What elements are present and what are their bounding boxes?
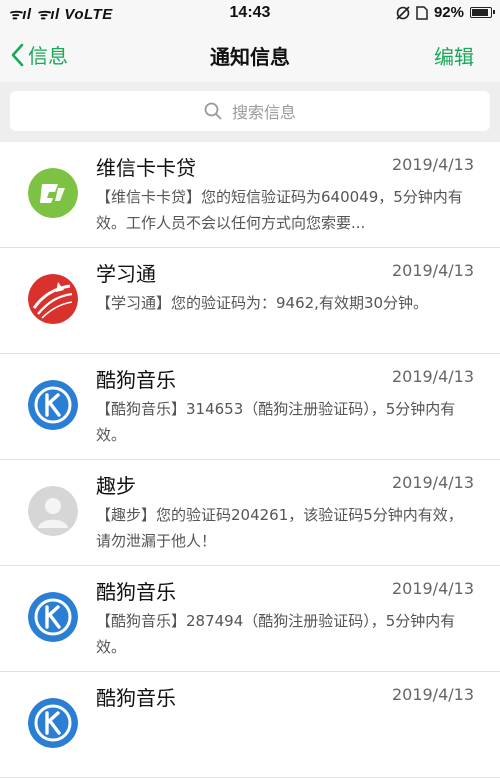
- battery-icon: [470, 7, 495, 18]
- navigation-bar: 信息 通知信息 编辑: [0, 28, 500, 82]
- sender-name: 酷狗音乐: [96, 368, 176, 392]
- message-preview: 【学习通】您的验证码为：9462,有效期30分钟。: [96, 294, 429, 312]
- message-date: 2019/4/13: [391, 155, 474, 174]
- message-date: 2019/4/13: [391, 367, 474, 386]
- kugou-logo-icon: [28, 592, 78, 642]
- message-item[interactable]: 酷狗音乐 2019/4/13 【酷狗音乐】314653（酷狗注册验证码），5分钟…: [0, 354, 500, 460]
- message-item[interactable]: 酷狗音乐 2019/4/13 【酷狗音乐】287494（酷狗注册验证码），5分钟…: [0, 566, 500, 672]
- sender-name: 维信卡卡贷: [96, 156, 196, 180]
- sim-icon: [416, 5, 428, 20]
- search-placeholder: 搜索信息: [231, 103, 296, 122]
- message-item[interactable]: 趣步 2019/4/13 【趣步】您的验证码204261，该验证码5分钟内有效，…: [0, 460, 500, 566]
- kugou-logo-icon: [28, 380, 78, 430]
- chevron-left-icon: [11, 43, 24, 66]
- message-date: 2019/4/13: [391, 261, 474, 280]
- battery-percent: 92%: [433, 4, 464, 21]
- message-item[interactable]: 维信卡卡贷 2019/4/13 【维信卡卡贷】您的短信验证码为640049，5分…: [0, 142, 500, 248]
- edit-button[interactable]: 编辑: [434, 41, 474, 70]
- kakadai-logo-icon: [28, 168, 78, 218]
- alarm-muted-icon: [396, 5, 410, 20]
- search-icon: [204, 102, 222, 120]
- message-list: 维信卡卡贷 2019/4/13 【维信卡卡贷】您的短信验证码为640049，5分…: [0, 142, 500, 778]
- kugou-logo-icon: [28, 698, 78, 748]
- message-date: 2019/4/13: [391, 473, 474, 492]
- back-button[interactable]: 信息: [10, 40, 68, 69]
- search-input[interactable]: 搜索信息: [10, 91, 490, 131]
- xuexitong-logo-icon: [28, 274, 78, 324]
- message-preview: 【酷狗音乐】314653（酷狗注册验证码），5分钟内有效。: [96, 400, 456, 444]
- message-preview: 【酷狗音乐】287494（酷狗注册验证码），5分钟内有效。: [96, 612, 456, 656]
- message-item[interactable]: 学习通 2019/4/13 【学习通】您的验证码为：9462,有效期30分钟。: [0, 248, 500, 354]
- sender-name: 酷狗音乐: [96, 686, 176, 710]
- message-preview: 【趣步】您的验证码204261，该验证码5分钟内有效，请勿泄漏于他人！: [96, 506, 463, 550]
- default-person-icon: [28, 486, 78, 536]
- status-bar: ᯤıl ᯤıl VoLTE 14:43 92%: [0, 0, 500, 28]
- message-item[interactable]: 酷狗音乐 2019/4/13: [0, 672, 500, 778]
- message-preview: 【维信卡卡贷】您的短信验证码为640049，5分钟内有效。工作人员不会以任何方式…: [96, 188, 463, 232]
- sender-name: 趣步: [96, 474, 136, 498]
- message-date: 2019/4/13: [391, 685, 474, 704]
- page-title: 通知信息: [210, 45, 290, 69]
- back-label: 信息: [28, 44, 68, 68]
- sender-name: 学习通: [96, 262, 156, 286]
- status-right: 92%: [396, 4, 495, 21]
- message-date: 2019/4/13: [391, 579, 474, 598]
- search-area: 搜索信息: [0, 82, 500, 142]
- sender-name: 酷狗音乐: [96, 580, 176, 604]
